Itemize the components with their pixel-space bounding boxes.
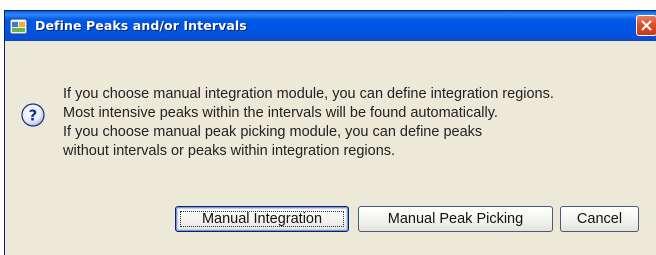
dialog-title: Define Peaks and/or Intervals xyxy=(35,18,247,33)
manual-integration-button[interactable]: Manual Integration xyxy=(175,206,349,232)
cancel-label: Cancel xyxy=(576,211,623,227)
screen: Define Peaks and/or Intervals ? If you c… xyxy=(0,0,656,255)
message-line: Most intensive peaks within the interval… xyxy=(63,105,498,121)
app-icon xyxy=(9,18,28,35)
close-icon xyxy=(641,20,652,31)
question-icon: ? xyxy=(21,103,45,127)
cancel-button[interactable]: Cancel xyxy=(560,206,639,232)
dialog-message: If you choose manual integration module,… xyxy=(63,85,643,161)
manual-integration-label: Manual Integration xyxy=(201,211,323,227)
message-line: without intervals or peaks within integr… xyxy=(63,143,396,159)
manual-peak-picking-button[interactable]: Manual Peak Picking xyxy=(358,206,553,232)
title-bar[interactable]: Define Peaks and/or Intervals xyxy=(5,11,656,41)
manual-peak-picking-label: Manual Peak Picking xyxy=(387,211,524,227)
close-button[interactable] xyxy=(636,15,656,36)
message-line: If you choose manual peak picking module… xyxy=(63,124,483,140)
svg-text:?: ? xyxy=(29,107,38,125)
background-fragment xyxy=(0,0,656,10)
message-line: If you choose manual integration module,… xyxy=(63,86,554,102)
dialog-window: Define Peaks and/or Intervals ? If you c… xyxy=(4,10,656,255)
